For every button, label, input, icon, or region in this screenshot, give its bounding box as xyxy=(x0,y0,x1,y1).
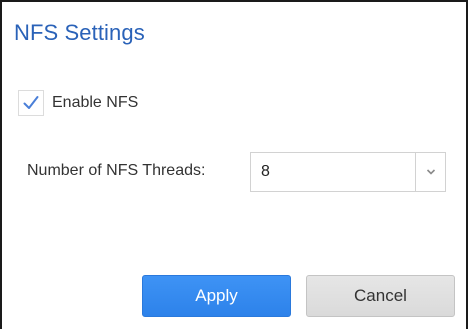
nfs-threads-value: 8 xyxy=(261,163,270,180)
nfs-settings-dialog: NFS Settings Enable NFS Number of NFS Th… xyxy=(0,0,468,329)
checkmark-icon xyxy=(23,96,39,109)
apply-button[interactable]: Apply xyxy=(142,275,291,317)
enable-nfs-option[interactable]: Enable NFS xyxy=(18,88,138,118)
cancel-button[interactable]: Cancel xyxy=(306,275,455,317)
chevron-down-icon xyxy=(426,169,435,175)
nfs-threads-label: Number of NFS Threads: xyxy=(27,162,206,179)
enable-nfs-checkbox[interactable] xyxy=(18,90,44,116)
nfs-threads-select[interactable]: 8 xyxy=(250,152,446,192)
dialog-title: NFS Settings xyxy=(14,20,145,45)
nfs-threads-dropdown-button[interactable] xyxy=(415,153,445,191)
enable-nfs-label: Enable NFS xyxy=(52,94,139,111)
